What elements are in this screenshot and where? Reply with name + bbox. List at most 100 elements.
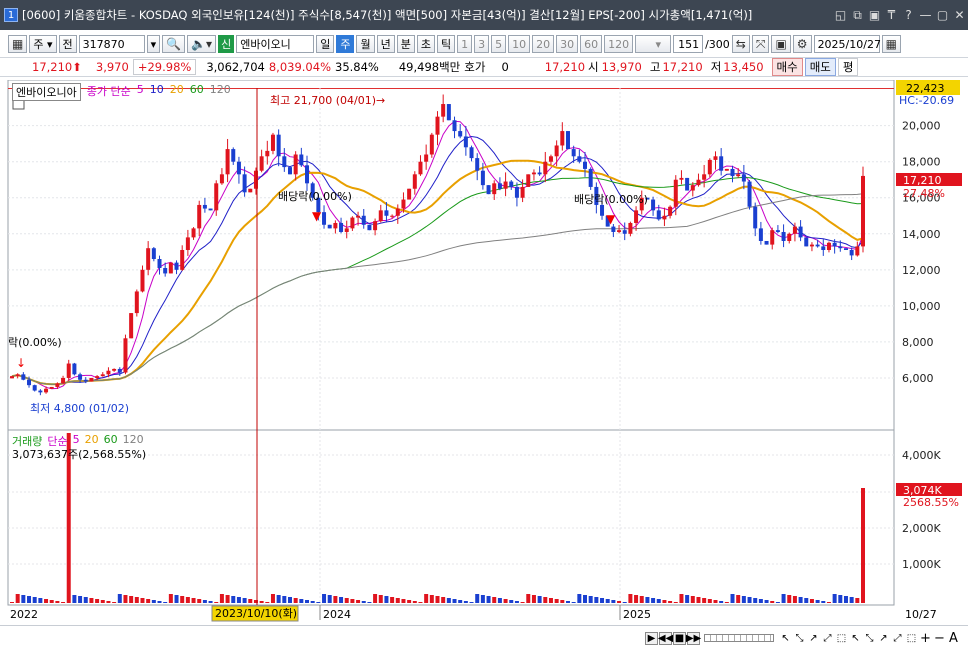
volume-bar — [673, 602, 678, 603]
stock-code-input[interactable]: 317870 — [78, 35, 145, 53]
chart-canvas[interactable]: 최고 21,700 (04/01) → 최저 4,800 (01/02) 락(0… — [0, 80, 968, 624]
tool-icon-6[interactable]: ↖ — [849, 632, 862, 645]
interval-120[interactable]: 120 — [604, 35, 634, 53]
volume-bar — [373, 594, 378, 603]
crosshair-icon[interactable]: ⤧ — [751, 35, 770, 53]
grid-icon[interactable]: ▦ — [8, 35, 28, 53]
auto-scale-icon[interactable]: A — [947, 631, 960, 646]
volume-bar — [628, 594, 633, 603]
period-day[interactable]: 일 — [316, 35, 335, 53]
tool-icon-4[interactable]: ⤢ — [821, 632, 834, 645]
candle-body — [83, 379, 88, 382]
maximize-icon[interactable]: ▢ — [934, 8, 951, 22]
toolbar: ▦ 주 ▾ 전 317870 ▾ 🔍 🔈▾ 신 엔바이오니 일 주 월 년 분 … — [0, 33, 968, 55]
volume-bar — [44, 599, 49, 603]
stock-legend-name[interactable]: 엔바이오니아 — [12, 83, 81, 101]
scroll-forward-button[interactable]: ▶▶ — [686, 631, 701, 645]
volume-bar — [146, 599, 151, 603]
sell-button[interactable]: 매도 — [804, 58, 836, 76]
compare-icon[interactable]: ⇆ — [731, 35, 750, 53]
candle-body — [753, 206, 758, 229]
volume-bar — [588, 596, 593, 603]
ma-label: 종가 단순 — [86, 85, 131, 98]
candle-body — [861, 175, 865, 247]
code-dropdown-icon[interactable]: ▾ — [146, 35, 161, 53]
buy-button[interactable]: 매수 — [771, 58, 803, 76]
tool-icon-5[interactable]: ⬚ — [835, 632, 848, 645]
period-year[interactable]: 년 — [376, 35, 395, 53]
font-icon[interactable]: ₸ — [883, 8, 900, 22]
zoom-slider[interactable] — [704, 634, 774, 642]
volume-bar — [849, 597, 854, 603]
tool-icon-7[interactable]: ⤡ — [863, 632, 876, 645]
date-input[interactable]: 2025/10/27 — [813, 35, 881, 53]
scroll-back-button[interactable]: ◀◀ — [658, 631, 673, 645]
candle-body — [747, 181, 752, 207]
candle-body — [395, 208, 400, 216]
tool-icon-10[interactable]: ⬚ — [905, 632, 918, 645]
tool-icon-1[interactable]: ↖ — [779, 632, 792, 645]
count-input[interactable]: 151 — [673, 35, 704, 53]
interval-20[interactable]: 20 — [532, 35, 555, 53]
layout-icon[interactable]: ▣ — [866, 8, 883, 22]
ma5-label: 5 — [136, 83, 144, 96]
code-search-button[interactable]: 전 — [58, 35, 77, 53]
period-minute[interactable]: 분 — [396, 35, 415, 53]
high-label: 고 — [649, 60, 661, 74]
price-change: 3,970 — [95, 60, 129, 74]
link-icon[interactable]: ◱ — [832, 8, 849, 22]
candle-body — [441, 104, 446, 117]
period-month[interactable]: 월 — [356, 35, 375, 53]
calendar-icon[interactable]: ▦ — [881, 35, 901, 53]
candle-body — [191, 228, 196, 238]
candle-body — [792, 226, 797, 234]
count-total: /300 — [705, 37, 730, 51]
period-week[interactable]: 주 — [336, 35, 355, 53]
volume-bar — [424, 594, 429, 603]
search-icon[interactable]: 🔍 — [162, 35, 186, 53]
stop-button[interactable]: ■ — [673, 631, 686, 645]
candle-body — [407, 188, 412, 200]
period-second[interactable]: 초 — [416, 35, 435, 53]
tool-icon-9[interactable]: ⤢ — [891, 632, 904, 645]
volume-bar — [775, 602, 780, 603]
market-select[interactable]: 주 ▾ — [29, 35, 57, 53]
volume-bar — [611, 600, 616, 603]
save-icon[interactable]: ▣ — [771, 35, 791, 53]
zoom-out-icon[interactable]: − — [933, 631, 946, 646]
volume-bar — [770, 601, 775, 603]
volume-bar — [350, 599, 355, 603]
volume-bar — [707, 599, 712, 603]
low-label: 저 — [710, 60, 722, 74]
volume-bar — [565, 601, 570, 603]
window-number[interactable]: 1 — [4, 8, 18, 22]
candle-body — [509, 181, 514, 187]
candle-body — [480, 170, 485, 186]
volume-bar — [537, 596, 542, 603]
close-icon[interactable]: ✕ — [951, 8, 968, 22]
interval-select[interactable]: ▾ — [635, 35, 672, 53]
interval-5[interactable]: 5 — [491, 35, 507, 53]
interval-10[interactable]: 10 — [508, 35, 531, 53]
gear-icon[interactable]: ⚙ — [792, 35, 812, 53]
period-tick[interactable]: 틱 — [436, 35, 456, 53]
tool-icon-2[interactable]: ⤡ — [793, 632, 806, 645]
interval-3[interactable]: 3 — [474, 35, 490, 53]
speaker-icon[interactable]: 🔈▾ — [187, 35, 217, 53]
copy-window-icon[interactable]: ⧉ — [849, 8, 866, 23]
average-button[interactable]: 평 — [837, 58, 859, 76]
minimize-icon[interactable]: — — [917, 8, 934, 22]
volume-bar — [140, 598, 145, 603]
interval-60[interactable]: 60 — [580, 35, 603, 53]
scroll-right-button[interactable]: ▶ — [645, 631, 658, 645]
interval-30[interactable]: 30 — [556, 35, 579, 53]
volume-bar — [758, 599, 763, 603]
volume-bar — [554, 599, 559, 603]
change-pct: +29.98% — [132, 59, 197, 75]
volume-bar — [112, 602, 117, 603]
zoom-in-icon[interactable]: + — [919, 631, 932, 646]
help-icon[interactable]: ? — [900, 8, 917, 22]
interval-1[interactable]: 1 — [457, 35, 473, 53]
tool-icon-8[interactable]: ↗ — [877, 632, 890, 645]
tool-icon-3[interactable]: ↗ — [807, 632, 820, 645]
